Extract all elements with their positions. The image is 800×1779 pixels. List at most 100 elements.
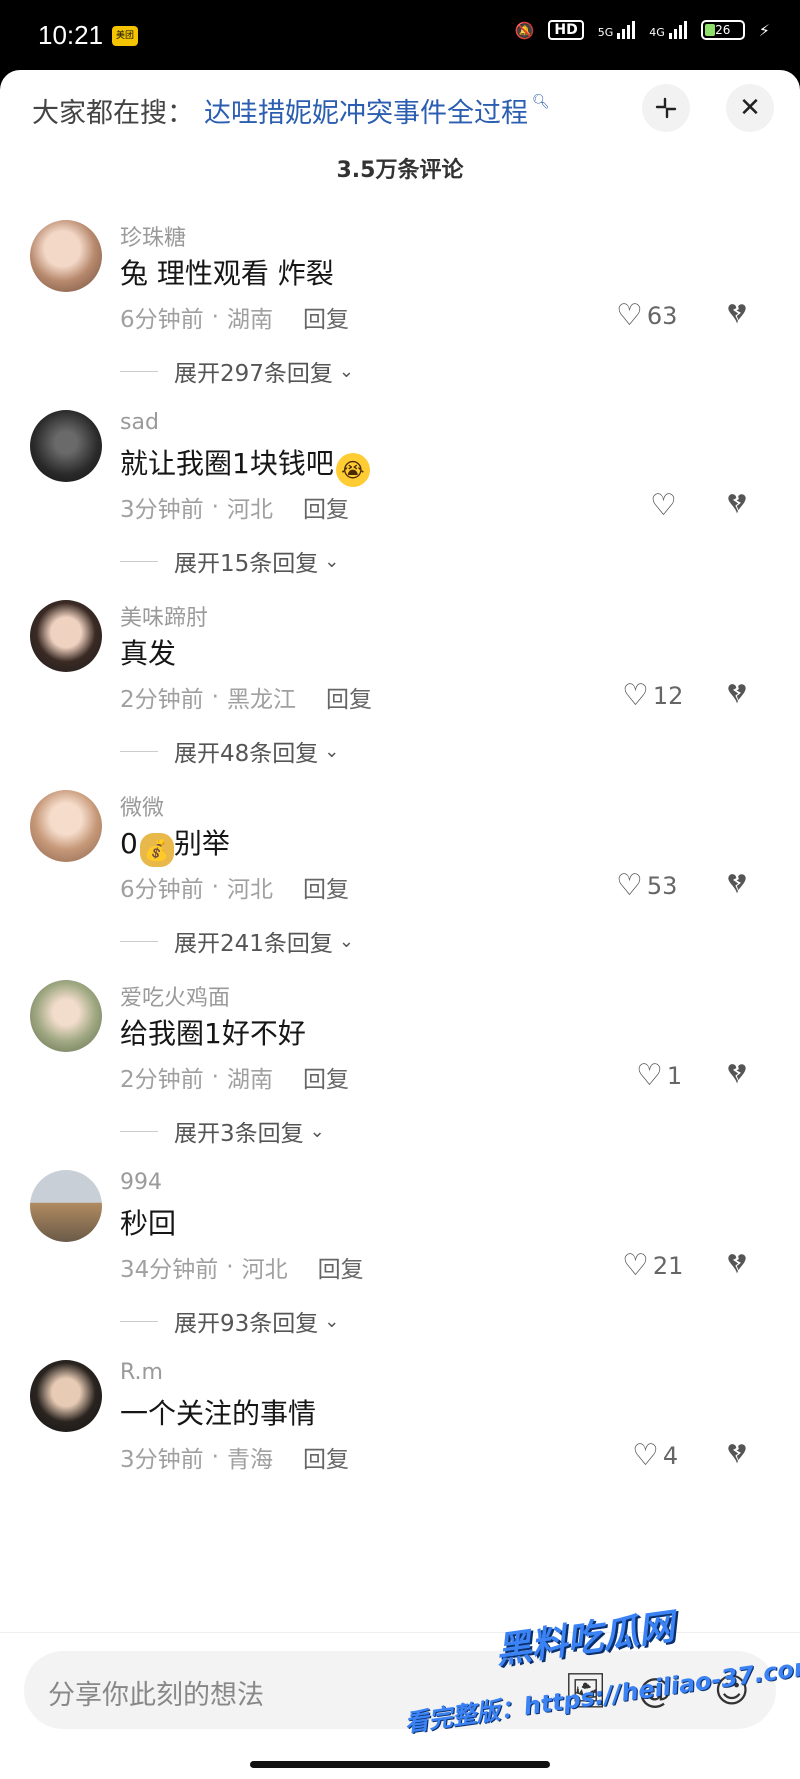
comment-username[interactable]: 994 [120,1170,162,1195]
status-bar: 10:21 美团 🔕 HD 5G 4G 26 ⚡ [0,0,800,70]
avatar[interactable] [30,600,102,672]
like-button[interactable]: ♡ 12 [622,678,683,713]
like-button[interactable]: ♡ 4 [632,1438,678,1473]
comment-username[interactable]: 爱吃火鸡面 [120,980,230,1012]
broken-heart-icon[interactable]: 💔︎ [728,1056,746,1091]
comment-username[interactable]: R.m [120,1360,163,1385]
like-count: 1 [666,1061,683,1090]
avatar[interactable] [30,980,102,1052]
expand-replies-label: 展开15条回复 [174,551,319,577]
expand-replies[interactable]: 展开93条回复 ⌄ [120,1304,339,1338]
expand-replies-label: 展开297条回复 [174,361,333,387]
heart-icon: ♡ [650,488,677,523]
expand-replies[interactable]: 展开48条回复 ⌄ [120,734,339,768]
comment-input[interactable]: 分享你此刻的想法 🖼︎ @ ☺ [24,1651,776,1729]
avatar[interactable] [30,1360,102,1432]
comment-count: 3.5万条评论 [336,158,464,183]
smile-icon[interactable]: ☺ [714,1671,749,1711]
like-count: 4 [662,1441,679,1470]
avatar[interactable] [30,410,102,482]
close-button[interactable]: ✕ [726,84,774,132]
broken-heart-icon[interactable]: 💔︎ [728,1246,746,1281]
comment-location: 湖南 [226,1067,273,1093]
comment-text: 兔 理性观看 炸裂 [120,257,334,290]
like-button[interactable]: ♡ 21 [622,1248,683,1283]
comment-username[interactable]: 美味蹄肘 [120,600,208,632]
at-icon[interactable]: @ [638,1671,672,1711]
reply-button[interactable]: 回复 [303,1060,349,1094]
comment-time: 34分钟前 [120,1257,219,1283]
reply-button[interactable]: 回复 [303,490,349,524]
comment-meta: 3分钟前 · 河北 回复 [120,490,349,524]
comment-item: 994 秒回 34分钟前 · 河北 回复 ♡ 21 💔︎ 展开93条回复 ⌄ [0,1150,800,1340]
expand-replies[interactable]: 展开15条回复 ⌄ [120,544,339,578]
trending-search[interactable]: 大家都在搜： 达哇措妮妮冲突事件全过程 🔍︎ [32,90,550,130]
comment-text: 一个关注的事情 [120,1397,317,1430]
expand-replies[interactable]: 展开3条回复 ⌄ [120,1114,325,1148]
reply-button[interactable]: 回复 [318,1250,364,1284]
like-button[interactable]: ♡ 1 [636,1058,682,1093]
comment-meta: 2分钟前 · 湖南 回复 [120,1060,349,1094]
broken-heart-icon[interactable]: 💔︎ [728,486,746,521]
meituan-app-icon: 美团 [112,26,138,46]
crying-emoji-icon: 😭 [335,453,370,487]
comment-username[interactable]: 珍珠糖 [120,220,186,252]
heart-icon: ♡ [622,678,649,713]
like-count: 21 [652,1251,684,1280]
comment-text: 真发 [120,637,177,670]
comment-text: 0 💰 别举 [120,822,230,867]
expand-replies[interactable]: 展开241条回复 ⌄ [120,924,354,958]
comment-item: 美味蹄肘 真发 2分钟前 · 黑龙江 回复 ♡ 12 💔︎ 展开48条回复 ⌄ [0,580,800,770]
comment-location: 黑龙江 [226,687,296,713]
broken-heart-icon[interactable]: 💔︎ [728,676,746,711]
broken-heart-icon[interactable]: 💔︎ [728,296,746,331]
reply-button[interactable]: 回复 [303,300,349,334]
comment-text: 秒回 [120,1207,177,1240]
chevron-down-icon: ⌄ [338,360,354,382]
comment-location: 青海 [226,1447,273,1473]
avatar[interactable] [30,1170,102,1242]
comment-item: sad 就让我圈1块钱吧 😭 3分钟前 · 河北 回复 ♡ 💔︎ 展开15条回复 ⌄ [0,390,800,580]
status-icons: 🔕 HD 5G 4G 26 ⚡ [514,20,770,40]
comment-time: 6分钟前 [120,877,204,903]
search-query-link[interactable]: 达哇措妮妮冲突事件全过程 [204,91,528,130]
like-button[interactable]: ♡ 53 [616,868,677,903]
chevron-down-icon: ⌄ [338,930,354,952]
comment-time: 2分钟前 [120,687,204,713]
comment-time: 6分钟前 [120,307,204,333]
comment-item: 爱吃火鸡面 给我圈1好不好 2分钟前 · 湖南 回复 ♡ 1 💔︎ 展开3条回复 ⌄ [0,960,800,1150]
collapse-button[interactable] [642,84,690,132]
heart-icon: ♡ [622,1248,649,1283]
broken-heart-icon[interactable]: 💔︎ [728,866,746,901]
comment-location: 湖南 [226,307,273,333]
comment-meta: 2分钟前 · 黑龙江 回复 [120,680,372,714]
chevron-down-icon: ⌄ [324,740,340,762]
mute-icon: 🔕 [514,20,535,40]
comment-username[interactable]: sad [120,410,159,435]
status-time: 10:21 [38,20,104,50]
avatar[interactable] [30,790,102,862]
search-prefix: 大家都在搜： [32,97,194,129]
comment-meta: 3分钟前 · 青海 回复 [120,1440,349,1474]
comment-username[interactable]: 微微 [120,790,164,822]
image-icon[interactable]: 🖼︎ [564,1671,607,1711]
comment-location: 河北 [226,497,273,523]
collapse-icon [655,97,677,119]
avatar[interactable] [30,220,102,292]
comment-input-bar: 分享你此刻的想法 🖼︎ @ ☺ [0,1632,800,1779]
like-button[interactable]: ♡ [650,488,681,523]
comment-text: 给我圈1好不好 [120,1017,306,1050]
reply-button[interactable]: 回复 [303,1440,349,1474]
reply-button[interactable]: 回复 [326,680,372,714]
expand-replies-label: 展开48条回复 [174,741,319,767]
like-button[interactable]: ♡ 63 [616,298,677,333]
comment-meta: 34分钟前 · 河北 回复 [120,1250,364,1284]
broken-heart-icon[interactable]: 💔︎ [728,1436,746,1471]
chevron-down-icon: ⌄ [309,1120,325,1142]
expand-replies-label: 展开3条回复 [174,1121,304,1147]
comment-sheet: 大家都在搜： 达哇措妮妮冲突事件全过程 🔍︎ ✕ 3.5万条评论 珍珠糖 兔 理… [0,70,800,1778]
home-indicator[interactable] [250,1761,550,1768]
expand-replies[interactable]: 展开297条回复 ⌄ [120,354,354,388]
hd-badge: HD [548,20,584,40]
reply-button[interactable]: 回复 [303,870,349,904]
